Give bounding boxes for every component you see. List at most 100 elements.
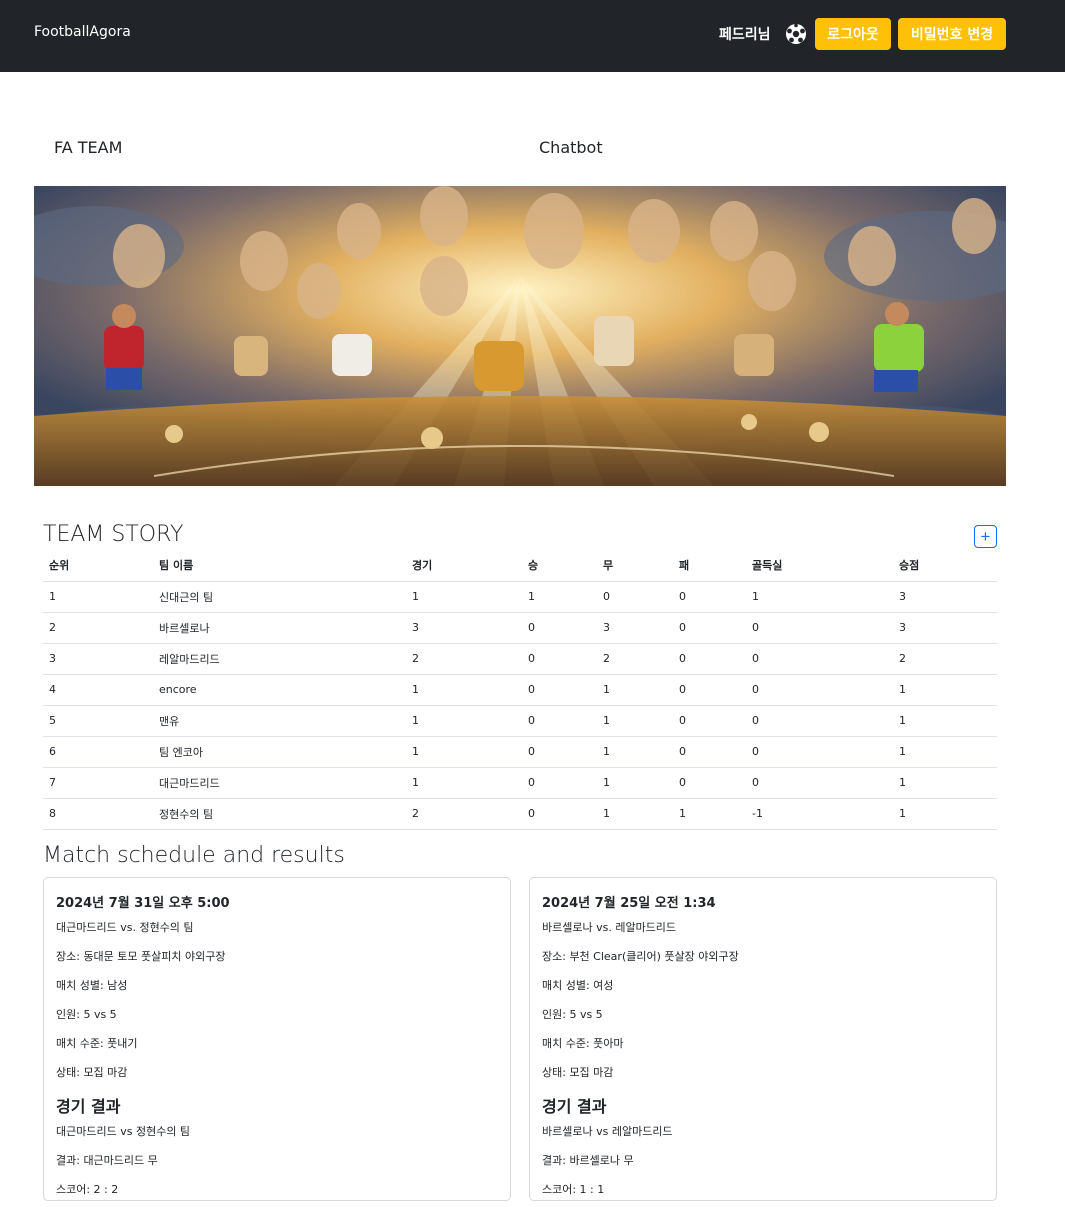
goal-diff-cell: 0 xyxy=(746,705,893,737)
draws-cell: 1 xyxy=(597,767,673,799)
goal-diff-cell: -1 xyxy=(746,798,893,830)
top-navbar: FootballAgora 페드리님 로그아웃 비밀번호 변경 xyxy=(0,0,1065,72)
result-teams: 대근마드리드 vs 정현수의 팀 xyxy=(56,1125,191,1138)
rank-cell: 3 xyxy=(43,643,153,675)
match-schedule-heading: Match schedule and results xyxy=(43,843,345,868)
soccer-ball-icon xyxy=(785,23,807,45)
team-name-cell[interactable]: encore xyxy=(153,674,406,706)
points-cell: 3 xyxy=(893,612,997,644)
match-teams: 대근마드리드 vs. 정현수의 팀 xyxy=(56,921,194,934)
points-cell: 1 xyxy=(893,674,997,706)
column-header: 팀 이름 xyxy=(153,550,406,582)
losses-cell: 1 xyxy=(673,798,746,830)
points-cell: 1 xyxy=(893,736,997,768)
rank-cell: 5 xyxy=(43,705,153,737)
match-gender: 매치 성별: 남성 xyxy=(56,979,128,992)
result-score: 스코어: 1 : 1 xyxy=(542,1183,605,1196)
result-text: 결과: 대근마드리드 무 xyxy=(56,1154,158,1167)
wins-cell: 0 xyxy=(522,643,597,675)
column-header: 경기 xyxy=(406,550,522,582)
points-cell: 2 xyxy=(893,643,997,675)
logout-button[interactable]: 로그아웃 xyxy=(815,18,891,50)
goal-diff-cell: 0 xyxy=(746,736,893,768)
team-name-cell[interactable]: 팀 엔코아 xyxy=(153,736,406,768)
wins-cell: 0 xyxy=(522,798,597,830)
points-cell: 1 xyxy=(893,767,997,799)
team-name-cell[interactable]: 레알마드리드 xyxy=(153,643,406,675)
wins-cell: 0 xyxy=(522,674,597,706)
wins-cell: 0 xyxy=(522,612,597,644)
losses-cell: 0 xyxy=(673,643,746,675)
table-row: 4 encore 1 0 1 0 0 1 xyxy=(43,674,997,706)
losses-cell: 0 xyxy=(673,767,746,799)
brand-link[interactable]: FootballAgora xyxy=(34,24,131,40)
games-cell: 1 xyxy=(406,767,522,799)
match-status: 상태: 모집 마감 xyxy=(542,1066,614,1079)
losses-cell: 0 xyxy=(673,581,746,613)
rank-cell: 7 xyxy=(43,767,153,799)
match-card[interactable]: 2024년 7월 31일 오후 5:00 대근마드리드 vs. 정현수의 팀 장… xyxy=(43,877,511,1201)
wins-cell: 0 xyxy=(522,767,597,799)
rank-cell: 4 xyxy=(43,674,153,706)
draws-cell: 1 xyxy=(597,705,673,737)
table-header-row: 순위 팀 이름 경기 승 무 패 골득실 승점 xyxy=(43,550,997,582)
rank-cell: 8 xyxy=(43,798,153,830)
losses-cell: 0 xyxy=(673,612,746,644)
games-cell: 3 xyxy=(406,612,522,644)
draws-cell: 3 xyxy=(597,612,673,644)
column-header: 승점 xyxy=(893,550,997,582)
match-gender: 매치 성별: 여성 xyxy=(542,979,614,992)
draws-cell: 2 xyxy=(597,643,673,675)
points-cell: 1 xyxy=(893,705,997,737)
nav-fa-team[interactable]: FA TEAM xyxy=(54,138,122,157)
column-header: 골득실 xyxy=(746,550,893,582)
losses-cell: 0 xyxy=(673,705,746,737)
user-name: 페드리님 xyxy=(719,27,771,43)
table-row: 2 바르셀로나 3 0 3 0 0 3 xyxy=(43,612,997,644)
nav-chatbot[interactable]: Chatbot xyxy=(539,138,603,157)
table-row: 5 맨유 1 0 1 0 0 1 xyxy=(43,705,997,737)
change-password-button[interactable]: 비밀번호 변경 xyxy=(898,18,1006,50)
goal-diff-cell: 0 xyxy=(746,643,893,675)
team-name-cell[interactable]: 대근마드리드 xyxy=(153,767,406,799)
match-players: 인원: 5 vs 5 xyxy=(56,1008,117,1021)
team-name-cell[interactable]: 맨유 xyxy=(153,705,406,737)
points-cell: 1 xyxy=(893,798,997,830)
result-score: 스코어: 2 : 2 xyxy=(56,1183,119,1196)
add-team-button[interactable]: + xyxy=(974,525,997,548)
column-header: 무 xyxy=(597,550,673,582)
rank-cell: 1 xyxy=(43,581,153,613)
hero-banner-image xyxy=(34,186,1006,486)
rank-cell: 2 xyxy=(43,612,153,644)
match-teams: 바르셀로나 vs. 레알마드리드 xyxy=(542,921,677,934)
goal-diff-cell: 1 xyxy=(746,581,893,613)
table-row: 1 신대근의 팀 1 1 0 0 1 3 xyxy=(43,581,997,613)
rank-cell: 6 xyxy=(43,736,153,768)
result-teams: 바르셀로나 vs 레알마드리드 xyxy=(542,1125,673,1138)
result-heading: 경기 결과 xyxy=(56,1097,121,1116)
match-level: 매치 수준: 풋아마 xyxy=(542,1037,624,1050)
goal-diff-cell: 0 xyxy=(746,767,893,799)
table-row: 7 대근마드리드 1 0 1 0 0 1 xyxy=(43,767,997,799)
match-place: 장소: 부천 Clear(클리어) 풋살장 야외구장 xyxy=(542,950,739,963)
team-name-cell[interactable]: 바르셀로나 xyxy=(153,612,406,644)
draws-cell: 1 xyxy=(597,674,673,706)
match-date: 2024년 7월 31일 오후 5:00 xyxy=(56,896,230,911)
match-place: 장소: 동대문 토모 풋살피치 야외구장 xyxy=(56,950,226,963)
team-name-cell[interactable]: 신대근의 팀 xyxy=(153,581,406,613)
draws-cell: 1 xyxy=(597,798,673,830)
match-date: 2024년 7월 25일 오전 1:34 xyxy=(542,896,716,911)
match-card[interactable]: 2024년 7월 25일 오전 1:34 바르셀로나 vs. 레알마드리드 장소… xyxy=(529,877,997,1201)
games-cell: 2 xyxy=(406,798,522,830)
table-row: 3 레알마드리드 2 0 2 0 0 2 xyxy=(43,643,997,675)
team-name-cell[interactable]: 정현수의 팀 xyxy=(153,798,406,830)
games-cell: 1 xyxy=(406,705,522,737)
table-row: 6 팀 엔코아 1 0 1 0 0 1 xyxy=(43,736,997,768)
draws-cell: 1 xyxy=(597,736,673,768)
team-story-heading: TEAM STORY xyxy=(43,522,184,547)
table-row: 8 정현수의 팀 2 0 1 1 -1 1 xyxy=(43,798,997,830)
goal-diff-cell: 0 xyxy=(746,612,893,644)
match-level: 매치 수준: 풋내기 xyxy=(56,1037,138,1050)
column-header: 승 xyxy=(522,550,597,582)
wins-cell: 1 xyxy=(522,581,597,613)
